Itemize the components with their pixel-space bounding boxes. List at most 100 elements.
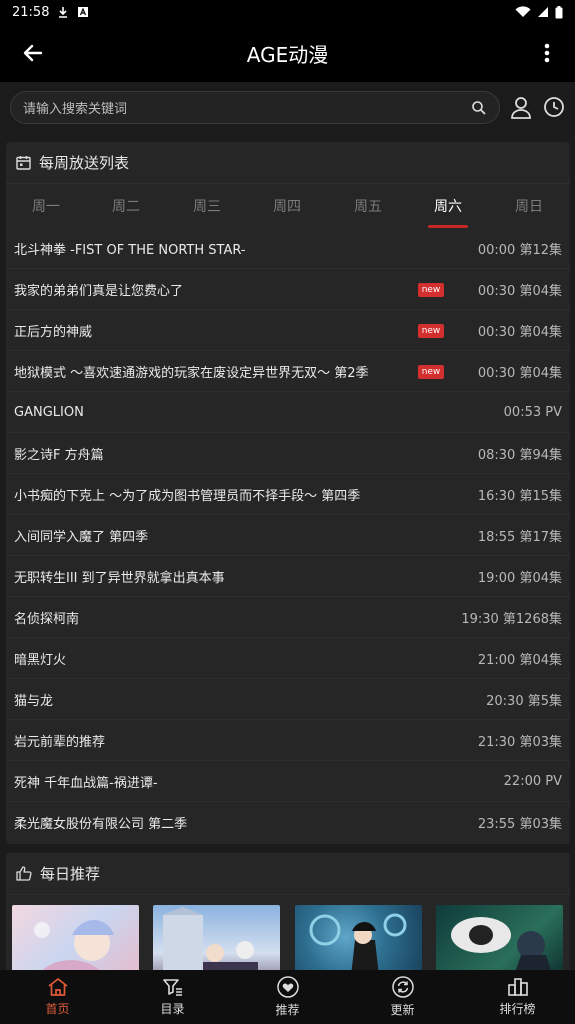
anime-title: 正后方的神威: [14, 324, 93, 340]
wifi-icon: [515, 6, 531, 18]
schedule-item[interactable]: 正后方的神威 new 00:30 第04集: [6, 310, 570, 351]
nav-update[interactable]: 更新: [345, 970, 460, 1024]
history-clock-icon[interactable]: [543, 96, 565, 118]
download-icon: [59, 7, 68, 18]
app-notification-icon: [78, 7, 89, 17]
cover-art-image: [451, 917, 554, 978]
nav-catalog-label: 目录: [160, 1002, 185, 1016]
new-badge: new: [418, 283, 444, 297]
air-time-episode: 19:00 第04集: [477, 570, 562, 586]
schedule-item[interactable]: 我家的弟弟们真是让您费心了 new 00:30 第04集: [6, 269, 570, 310]
anime-title: 岩元前辈的推荐: [14, 734, 106, 750]
app-title: AGE动漫: [246, 42, 329, 67]
tab-monday[interactable]: 周一: [6, 186, 86, 228]
app-bar: AGE动漫: [0, 24, 575, 82]
nav-recommend[interactable]: 推荐: [230, 970, 345, 1024]
tab-thursday[interactable]: 周四: [247, 186, 327, 228]
anime-title: 北斗神拳 -FIST OF THE NORTH STAR-: [14, 242, 246, 258]
home-icon: [47, 978, 68, 996]
schedule-item[interactable]: 柔光魔女股份有限公司 第二季 23:55 第03集: [6, 802, 570, 843]
anime-title: GANGLION: [14, 404, 84, 420]
anime-title: 无职转生III 到了异世界就拿出真本事: [14, 570, 225, 586]
battery-icon: [555, 5, 563, 18]
air-time-episode: 08:30 第94集: [477, 447, 562, 463]
weekday-tabs: 周一 周二 周三 周四 周五 周六 周日: [6, 186, 570, 228]
signal-icon: [538, 7, 548, 17]
search-input[interactable]: 请输入搜索关键词: [10, 91, 500, 124]
anime-cover-thumbnail[interactable]: [153, 905, 280, 978]
schedule-item[interactable]: 地狱模式 ～喜欢速通游戏的玩家在废设定异世界无双～ 第2季 new 00:30 第0…: [6, 351, 570, 392]
daily-recommend-card: 每日推荐: [6, 853, 570, 978]
schedule-item[interactable]: 猫与龙 20:30 第5集: [6, 679, 570, 720]
air-time-episode: 00:00 第12集: [477, 242, 562, 258]
tab-tuesday[interactable]: 周二: [86, 186, 166, 228]
air-time-episode: 21:00 第04集: [477, 652, 562, 668]
recommend-thumbnails: [12, 905, 570, 978]
search-icon[interactable]: [471, 100, 487, 116]
tab-friday[interactable]: 周五: [328, 186, 408, 228]
air-time-episode: 19:30 第1268集: [461, 611, 562, 627]
anime-title: 影之诗F 方舟篇: [14, 447, 104, 463]
nav-home[interactable]: 首页: [0, 970, 115, 1024]
anime-cover-thumbnail[interactable]: [436, 905, 563, 978]
schedule-item[interactable]: GANGLION 00:53 PV: [6, 392, 570, 433]
air-time-episode: 00:30 第04集: [477, 283, 562, 299]
nav-ranking[interactable]: 排行榜: [460, 970, 575, 1024]
anime-cover-thumbnail[interactable]: [295, 905, 422, 978]
air-time-episode: 23:55 第03集: [477, 817, 562, 832]
schedule-item[interactable]: 无职转生III 到了异世界就拿出真本事 19:00 第04集: [6, 556, 570, 597]
more-vert-icon[interactable]: [537, 40, 557, 66]
air-time-episode: 20:30 第5集: [486, 693, 562, 709]
refresh-icon: [391, 976, 414, 998]
new-badge: new: [418, 324, 444, 338]
weekly-schedule-card: 每周放送列表 周一 周二 周三 周四 周五 周六 周日 北斗神拳 -FIST O…: [6, 142, 570, 844]
status-time: 21:58: [12, 4, 50, 20]
heart-icon: [276, 976, 299, 998]
catalog-filter-icon: [162, 979, 182, 996]
schedule-list: 北斗神拳 -FIST OF THE NORTH STAR- 00:00 第12集 …: [6, 228, 570, 843]
cover-art-image: [309, 913, 407, 978]
anime-title: 地狱模式 ～喜欢速通游戏的玩家在废设定异世界无双～ 第2季: [14, 365, 369, 381]
nav-recommend-label: 推荐: [275, 1003, 300, 1017]
anime-title: 我家的弟弟们真是让您费心了: [14, 283, 184, 299]
status-bar: 21:58: [0, 0, 575, 24]
schedule-item[interactable]: 暗黑灯火 21:00 第04集: [6, 638, 570, 679]
cover-art-image: [34, 920, 114, 978]
weekly-schedule-header: 每周放送列表: [6, 142, 570, 184]
tab-wednesday[interactable]: 周三: [167, 186, 247, 228]
daily-recommend-header: 每日推荐: [6, 853, 570, 895]
anime-title: 死神 千年血战篇-祸进谭-: [14, 775, 158, 791]
ranking-icon: [507, 978, 528, 996]
schedule-item[interactable]: 死神 千年血战篇-祸进谭- 22:00 PV: [6, 761, 570, 802]
bottom-navigation: 首页 目录 推荐 更新 排行榜: [0, 970, 575, 1024]
anime-title: 柔光魔女股份有限公司 第二季: [14, 817, 188, 832]
schedule-item[interactable]: 岩元前辈的推荐 21:30 第03集: [6, 720, 570, 761]
anime-title: 名侦探柯南: [14, 611, 80, 627]
tab-sunday[interactable]: 周日: [489, 186, 569, 228]
daily-recommend-title: 每日推荐: [40, 865, 101, 883]
air-time-episode: 16:30 第15集: [477, 488, 562, 504]
schedule-item[interactable]: 入间同学入魔了 第四季 18:55 第17集: [6, 515, 570, 556]
new-badge: new: [418, 365, 444, 379]
schedule-item[interactable]: 小书痴的下克上 ～为了成为图书管理员而不择手段～ 第四季 16:30 第15集: [6, 474, 570, 515]
anime-title: 猫与龙: [14, 693, 54, 709]
schedule-item[interactable]: 北斗神拳 -FIST OF THE NORTH STAR- 00:00 第12集: [6, 228, 570, 269]
air-time-episode: 22:00 PV: [503, 773, 562, 789]
nav-catalog[interactable]: 目录: [115, 970, 230, 1024]
anime-title: 入间同学入魔了 第四季: [14, 529, 149, 545]
air-time-episode: 00:53 PV: [503, 404, 562, 420]
nav-ranking-label: 排行榜: [499, 1002, 536, 1016]
thumbs-up-icon: [16, 866, 32, 881]
calendar-icon: [16, 156, 31, 170]
anime-cover-thumbnail[interactable]: [12, 905, 139, 978]
nav-home-label: 首页: [45, 1002, 70, 1016]
air-time-episode: 18:55 第17集: [477, 529, 562, 545]
tab-saturday[interactable]: 周六: [408, 186, 488, 228]
cover-art-image: [163, 907, 258, 978]
back-arrow-icon[interactable]: [20, 40, 46, 66]
user-icon[interactable]: [510, 96, 532, 120]
schedule-item[interactable]: 影之诗F 方舟篇 08:30 第94集: [6, 433, 570, 474]
search-placeholder: 请输入搜索关键词: [23, 102, 128, 117]
anime-title: 暗黑灯火: [14, 652, 67, 668]
schedule-item[interactable]: 名侦探柯南 19:30 第1268集: [6, 597, 570, 638]
